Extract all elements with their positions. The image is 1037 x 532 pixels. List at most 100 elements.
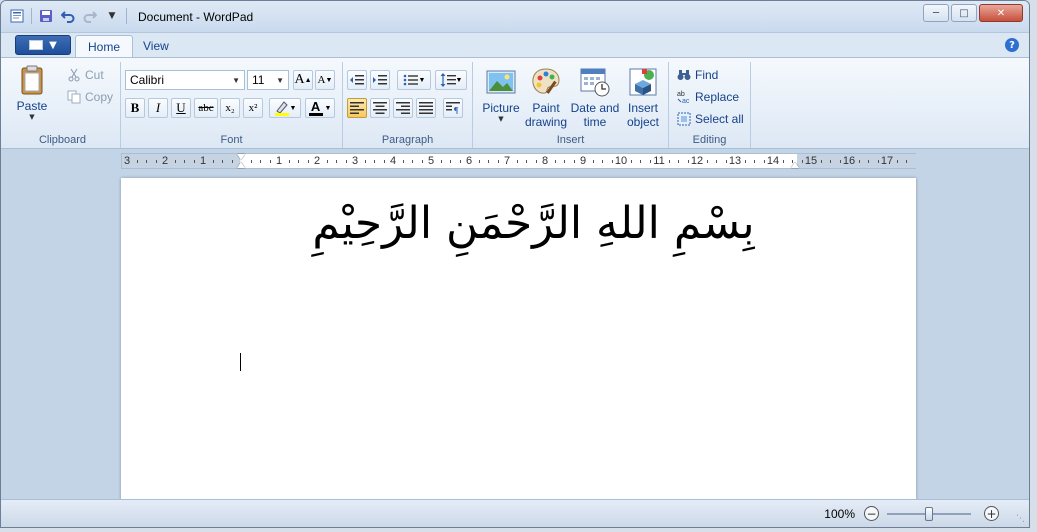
align-left-button[interactable] (347, 98, 367, 118)
paint-drawing-button[interactable]: Paint drawing (523, 66, 569, 129)
font-group-label: Font (220, 134, 243, 146)
font-family-dropdown-icon: ▼ (232, 75, 240, 85)
list-button[interactable]: ▼ (397, 70, 431, 90)
ruler-tick (640, 160, 641, 163)
select-all-button[interactable]: Select all (677, 112, 744, 126)
customize-qat-dropdown-icon[interactable]: ▼ (104, 8, 120, 24)
subscript-button[interactable]: x₂ (220, 98, 240, 118)
qat-separator-2 (126, 8, 127, 24)
zoom-slider[interactable] (887, 507, 971, 521)
select-all-label: Select all (695, 112, 744, 126)
paragraph-settings-button[interactable]: ¶ (443, 98, 463, 118)
font-family-combo[interactable]: Calibri ▼ (125, 70, 245, 90)
binoculars-icon (677, 70, 691, 80)
first-line-indent-marker-icon[interactable] (237, 154, 245, 160)
strikethrough-button[interactable]: abc (194, 98, 218, 118)
ruler-tick (174, 160, 176, 163)
date-time-button[interactable]: Date and time (569, 66, 621, 129)
ruler-tick (839, 160, 841, 163)
increase-indent-button[interactable] (370, 70, 390, 90)
text-caret (240, 353, 241, 371)
find-label: Find (695, 68, 719, 82)
paragraph-group: ▼ ▼ ¶ Paragraph (343, 62, 473, 148)
font-color-dropdown-icon: ▼ (324, 104, 332, 112)
ruler-tick (906, 160, 907, 163)
find-button[interactable]: Find (677, 68, 718, 82)
right-indent-marker-icon[interactable] (791, 162, 799, 168)
ruler-label: 8 (541, 155, 549, 167)
paint-drawing-label-line1: Paint (532, 101, 560, 115)
ruler-tick (345, 160, 347, 163)
decrease-indent-button[interactable] (347, 70, 367, 90)
underline-button[interactable]: U (171, 98, 191, 118)
replace-label: Replace (695, 90, 740, 104)
ruler-tick (250, 160, 252, 163)
replace-button[interactable]: ab ac Replace (677, 90, 739, 104)
copy-icon (67, 90, 81, 104)
ruler-label: 13 (728, 155, 742, 167)
shrink-font-button[interactable]: A ▼ (315, 70, 335, 90)
paint-drawing-label-line2: drawing (524, 115, 568, 129)
copy-button[interactable]: Copy (67, 90, 113, 104)
horizontal-ruler[interactable]: 3 2 1 1 2 3 4 5 6 7 8 9 10 11 12 13 14 15 16 17 (121, 153, 917, 169)
decrease-indent-icon (350, 75, 364, 85)
align-right-button[interactable] (393, 98, 413, 118)
svg-text:ac: ac (682, 98, 690, 104)
redo-icon[interactable] (82, 8, 98, 24)
ruler-tick (630, 160, 632, 163)
ruler-tick (212, 160, 214, 163)
ruler-tick (678, 160, 679, 163)
paint-palette-icon (532, 68, 560, 94)
ruler-tick (222, 160, 223, 163)
ruler-label: 15 (804, 155, 818, 167)
justify-button[interactable] (416, 98, 436, 118)
align-center-button[interactable] (370, 98, 390, 118)
ruler-tick (820, 160, 822, 163)
italic-button[interactable]: I (148, 98, 168, 118)
paste-icon (21, 65, 43, 95)
cut-button[interactable]: Cut (67, 68, 104, 82)
font-size-dropdown-icon: ▼ (276, 75, 284, 85)
font-color-button[interactable]: A ▼ (305, 98, 335, 118)
line-spacing-button[interactable]: ▼ (435, 70, 467, 90)
ruler-tick (497, 160, 499, 163)
wordpad-app-icon[interactable] (9, 8, 25, 24)
tab-view[interactable]: View (131, 35, 181, 57)
increase-indent-icon (373, 75, 387, 85)
application-menu-button[interactable]: ▼ (15, 35, 71, 55)
close-button[interactable]: ✕ (979, 4, 1023, 22)
save-icon[interactable] (38, 8, 54, 24)
ruler-tick (754, 160, 755, 163)
hanging-indent-marker-icon[interactable] (237, 162, 245, 168)
ruler-tick (877, 160, 879, 163)
zoom-slider-thumb[interactable] (925, 507, 933, 521)
ruler-tick (687, 160, 689, 163)
status-bar: 100% − + ⋱ (1, 499, 1029, 527)
minimize-button[interactable]: ─ (923, 4, 949, 22)
resize-grip-icon[interactable]: ⋱ (1016, 514, 1026, 524)
zoom-in-button[interactable]: + (984, 506, 999, 521)
tab-home[interactable]: Home (75, 35, 134, 57)
bold-button[interactable]: B (125, 98, 145, 118)
highlight-color-button[interactable]: ▼ (269, 98, 301, 118)
ruler-tick (858, 160, 860, 163)
ruler-label: 4 (389, 155, 397, 167)
grow-font-button[interactable]: A ▲ (293, 70, 313, 90)
maximize-button[interactable]: □ (951, 4, 977, 22)
font-size-combo[interactable]: 11 ▼ (247, 70, 289, 90)
undo-icon[interactable] (60, 8, 76, 24)
document-page[interactable]: بِسْمِ اللهِ الرَّحْمَنِ الرَّحِيْمِ (121, 178, 916, 499)
paste-button[interactable]: Paste ▼ (11, 64, 53, 121)
ruler-label: 7 (503, 155, 511, 167)
copy-label: Copy (85, 90, 114, 104)
ruler-tick (288, 160, 290, 163)
zoom-out-button[interactable]: − (864, 506, 879, 521)
insert-object-button[interactable]: Insert object (621, 66, 665, 129)
line-spacing-dropdown-icon: ▼ (455, 76, 463, 84)
help-icon[interactable]: ? (1005, 38, 1019, 52)
insert-group: Picture ▼ Paint drawing Date and time In… (473, 62, 669, 148)
picture-button[interactable]: Picture ▼ (479, 66, 523, 123)
ruler-tick (336, 160, 337, 163)
ruler-label: 10 (614, 155, 628, 167)
superscript-button[interactable]: x² (243, 98, 263, 118)
